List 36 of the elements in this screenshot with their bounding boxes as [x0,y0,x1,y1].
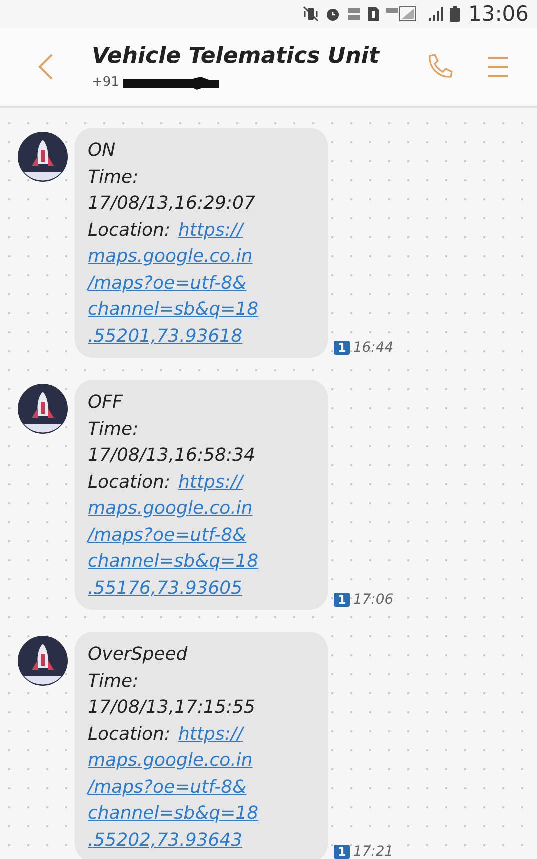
message-text: 17/08/13,16:58:34 [88,444,256,468]
message-text: Time: [88,166,139,190]
link[interactable]: /maps?oe=utf-8& [88,522,247,549]
sim-badge: 1 [334,593,350,607]
phone-number-prefix: +91 [92,75,120,90]
link[interactable]: /maps?oe=utf-8& [88,270,247,297]
sim-badge: 1 [334,341,350,355]
message-text: ON [88,139,116,163]
link[interactable]: channel=sb&q=18 [88,297,259,324]
message-text: Time: [88,670,139,694]
link[interactable]: maps.google.co.in [88,748,253,774]
location-label: Location: [88,722,171,746]
message-text: 17/08/13,17:15:55 [88,696,256,720]
link[interactable]: .55176,73.93605 [88,576,243,602]
message-time: 17:21 [353,844,394,859]
link[interactable]: maps.google.co.in [88,496,253,522]
message-time: 17:06 [353,592,394,608]
link[interactable]: channel=sb&q=18 [88,801,259,828]
link[interactable]: /maps?oe=utf-8& [88,774,247,801]
link[interactable]: maps.google.co.in [88,244,253,270]
message-time: 16:44 [353,340,394,356]
link[interactable]: .55201,73.93618 [88,324,243,350]
status-time: 13:06 [468,2,529,26]
location-label: Location: [88,470,171,494]
location-label: Location: [88,218,171,242]
contact-name: Vehicle Telematics Unit [92,44,382,69]
link[interactable]: https:// [178,722,244,748]
link[interactable]: https:// [178,218,244,244]
link[interactable]: https:// [178,470,244,496]
link[interactable]: channel=sb&q=18 [88,549,259,576]
message-text: 17/08/13,16:29:07 [88,192,256,216]
link[interactable]: .55202,73.93643 [88,828,243,854]
sim-badge: 1 [334,845,350,859]
message-text: Time: [88,418,139,442]
message-text: OFF [88,391,123,415]
message-text: OverSpeed [88,643,188,667]
